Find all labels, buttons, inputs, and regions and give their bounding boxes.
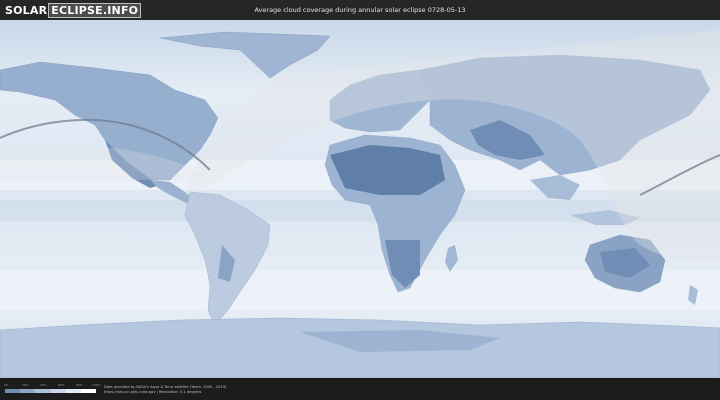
legend-swatch bbox=[5, 389, 21, 393]
legend-tick: 20% bbox=[22, 383, 29, 387]
legend-color-bar bbox=[5, 389, 97, 393]
sahara-dry-area bbox=[330, 145, 445, 195]
footer-bar: 0% 20% 40% 60% 80% 100% Data provided by… bbox=[0, 378, 720, 400]
data-source-link[interactable]: https://neo.sci.gsfc.nasa.gov | Resoluti… bbox=[104, 390, 201, 394]
world-map-svg bbox=[0, 20, 720, 379]
data-credit-text: Data provided by NASA's Aqua & Terra sat… bbox=[104, 385, 227, 389]
legend-swatch bbox=[80, 389, 97, 393]
page-title: Average cloud coverage during annular so… bbox=[254, 6, 466, 14]
cloud-coverage-map bbox=[0, 20, 720, 379]
legend-tick: 100% bbox=[92, 383, 101, 387]
legend-swatch bbox=[20, 389, 36, 393]
legend-swatch bbox=[35, 389, 51, 393]
legend-tick: 0% bbox=[4, 383, 9, 387]
legend-tick: 80% bbox=[76, 383, 83, 387]
legend-swatch bbox=[65, 389, 81, 393]
legend-tick: 40% bbox=[40, 383, 47, 387]
legend-swatch bbox=[50, 389, 66, 393]
header-bar: SOLAR ECLIPSE.INFO Average cloud coverag… bbox=[0, 0, 720, 20]
legend-tick: 60% bbox=[58, 383, 65, 387]
legend-tick-labels: 0% 20% 40% 60% 80% 100% bbox=[4, 383, 101, 388]
